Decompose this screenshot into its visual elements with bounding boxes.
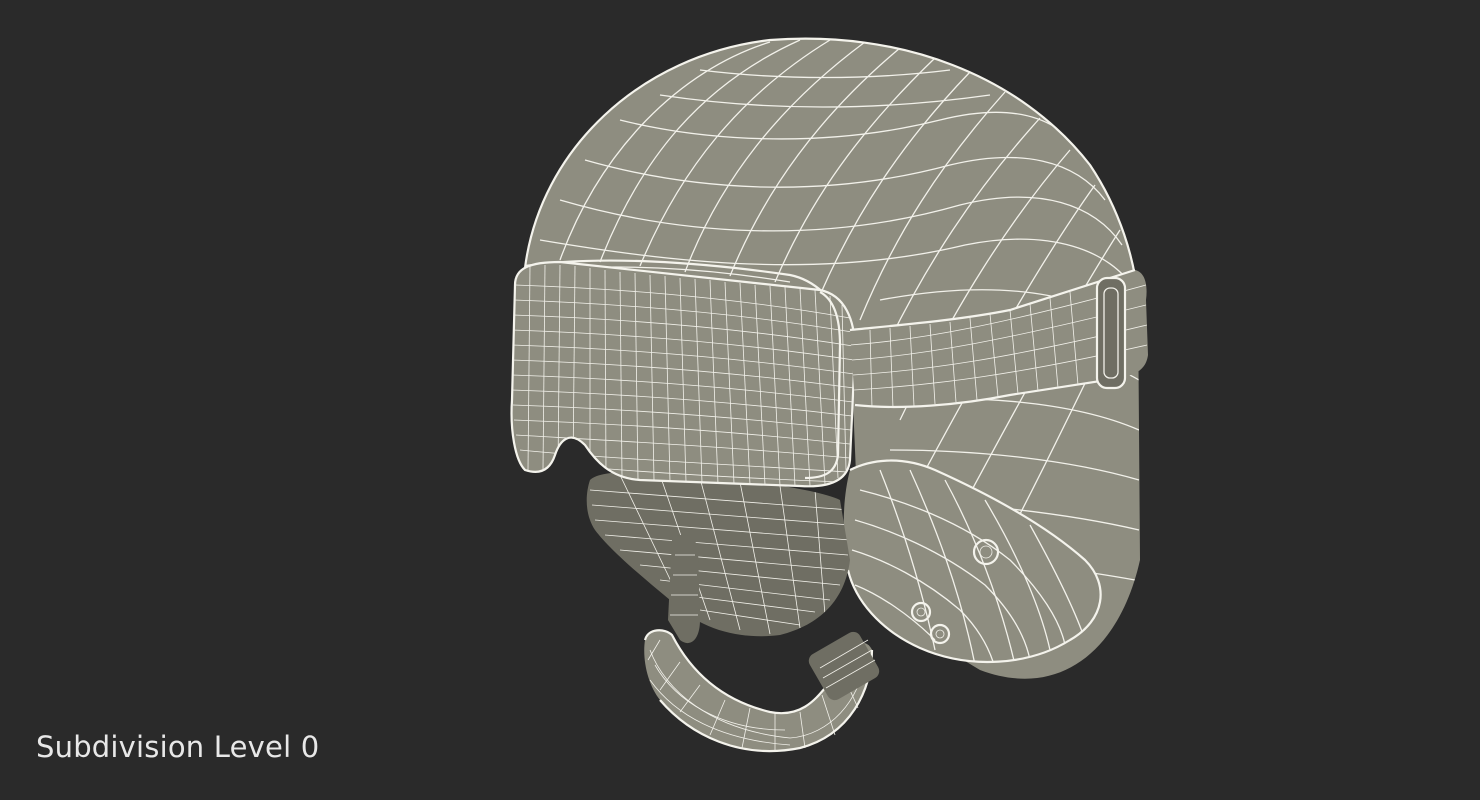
helmet-inner-liner: [586, 471, 850, 637]
buckle-icon: [1097, 278, 1125, 388]
goggles: [510, 260, 857, 488]
render-viewport: Subdivision Level 0: [0, 0, 1480, 800]
subdivision-level-caption: Subdivision Level 0: [36, 730, 320, 764]
helmet-wireframe-model: [510, 37, 1148, 753]
